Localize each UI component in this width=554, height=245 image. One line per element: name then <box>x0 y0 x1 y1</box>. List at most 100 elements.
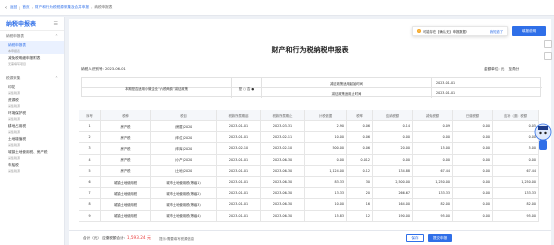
column-header: 税目 <box>151 110 217 120</box>
table-cell: 0.00 <box>413 154 453 165</box>
table-cell: 2023-03-31 <box>261 121 305 132</box>
table-cell: 2023-06-30 <box>261 154 305 165</box>
table-cell: 0.00 <box>453 210 493 221</box>
table-cell: 房产税 <box>101 132 151 143</box>
table-cell: 164.00 <box>373 199 413 210</box>
table-row[interactable]: 5 房产税 (土地)2020 2023-01-01 2023-06-30 1,124.00… <box>79 165 539 177</box>
table-cell: (土地)2020 <box>151 165 217 176</box>
sidebar-item-report[interactable]: 纳税申报表 本申报表 <box>0 41 64 54</box>
sidebar-item-label: 土地增值税 <box>8 137 26 141</box>
sidebar-item-label: 资源税 <box>8 98 19 102</box>
breadcrumb-parent[interactable]: 财产和行为税税源采集及合并申报 <box>35 5 89 10</box>
submit-button[interactable]: 提交申报 <box>428 234 452 242</box>
rail-tool-icon[interactable] <box>544 52 552 60</box>
sidebar-item-land-vat[interactable]: 土地增值税 采集税源 <box>0 135 64 148</box>
table-cell: 83.33 <box>305 177 347 188</box>
table-cell: (房屋)2020 <box>151 121 217 132</box>
table-cell: 0.00 <box>453 199 493 210</box>
table-cell: 房产税 <box>101 165 151 176</box>
column-header: 应补（退）税额 <box>493 110 539 120</box>
table-cell: 12 <box>347 210 373 221</box>
reduce-start-value[interactable]: 2023-01-01 <box>432 78 542 88</box>
breadcrumb-separator: | <box>19 5 21 10</box>
table-header-row: 序号 税种 税目 税款所属期起 税款所属期止 计税依据 税率 应纳税额 减免税额 已缴税额 应补（退… <box>79 110 539 121</box>
table-cell: 0.00 <box>453 188 493 199</box>
table-cell: 5 <box>79 165 101 176</box>
breadcrumb-home[interactable]: 首页 <box>22 5 29 10</box>
table-cell: 2,500.00 <box>373 177 413 188</box>
right-rail <box>544 40 554 120</box>
table-cell: 0.14 <box>373 121 413 132</box>
table-cell: 1,124.00 <box>305 165 347 176</box>
table-cell: 9 <box>79 210 101 221</box>
guide-button[interactable]: 填报说明 <box>512 26 546 36</box>
table-cell: 8 <box>79 199 101 210</box>
collapse-icon[interactable]: ☰ <box>54 21 58 27</box>
table-cell: 500.00 <box>305 143 347 154</box>
table-cell: 0.012 <box>347 154 373 165</box>
table-cell: 0.00 <box>413 132 453 143</box>
sidebar-item-sub: 采集税源 <box>8 143 21 147</box>
table-row[interactable]: 7 城镇土地使用税 城市土地使用税(等级2) 2023-01-01 2023-06-30… <box>79 188 539 200</box>
table-cell: 城市土地使用税(等级2) <box>151 188 217 199</box>
breadcrumb-separator: › <box>31 5 34 10</box>
table-cell: 1,250.00 <box>493 177 539 188</box>
table-row[interactable]: 8 城镇土地使用税 城市土地使用税(等级3) 2023-01-01 2023-06-30… <box>79 199 539 211</box>
sidebar-item-stamp[interactable]: 印花 采集税源 <box>0 83 64 96</box>
sidebar-item-sub: 采集税源 <box>8 169 21 173</box>
table-cell: 2023-06-30 <box>261 188 305 199</box>
table-cell: 1,250.00 <box>413 177 453 188</box>
table-cell: 2023-01-01 <box>217 121 261 132</box>
sidebar: 纳税申报表 ☰ 纳税申报表 ⌃ 纳税申报表 本申报表 减免税明细申报附表 无需填… <box>0 17 65 245</box>
sidebar-item-resource[interactable]: 资源税 采集税源 <box>0 96 64 109</box>
sidebar-item-farmland[interactable]: 耕地占用税 采集税源 <box>0 122 64 135</box>
table-row[interactable]: 2 房产税 (车位)2020 2023-01-01 2023-02-11 10.00 0.0… <box>79 132 539 144</box>
sidebar-item-sub: 本申报表 <box>8 49 21 53</box>
sidebar-item-relief[interactable]: 减免税明细申报附表 无需填写项目 <box>0 54 64 67</box>
breadcrumb-current: 纳税申报表 <box>94 5 113 9</box>
table-cell: 2.90 <box>305 121 347 132</box>
table-cell: 2023-06-30 <box>261 199 305 210</box>
table-cell: 67.44 <box>493 165 539 176</box>
table-cell: 2023-01-01 <box>217 188 261 199</box>
top-bar: ‹ 返回 | 首页 › 财产和行为税税源采集及合并申报 › 纳税申报表 <box>0 0 554 16</box>
table-row[interactable]: 9 城镇土地使用税 城市土地使用税(等级4) 2023-01-01 2023-06-30… <box>79 210 539 222</box>
table-row[interactable]: 3 房产税 (车库)2020 2023-02-10 2023-02-10 500.00 0.… <box>79 143 539 155</box>
sidebar-item-sub: 无需填写项目 <box>8 62 27 66</box>
unit-suffix: 至角分 <box>508 67 520 71</box>
sidebar-item-land-use[interactable]: 城镇土地使用税、房产税 采集税源 <box>0 148 64 161</box>
sidebar-group-source[interactable]: 税源采集 ⌃ <box>0 73 64 83</box>
column-header: 序号 <box>79 110 101 120</box>
taxpayer-id: 纳税人识别号: 2023-06-01 <box>81 67 126 72</box>
table-row[interactable]: 6 城镇土地使用税 城市土地使用税(等级1) 2023-01-01 2023-06-30… <box>79 177 539 189</box>
table-row[interactable]: 4 房产税 (小产)2020 2023-01-01 2023-06-30 0.00 0.01… <box>79 154 539 166</box>
table-cell: 82.00 <box>413 199 453 210</box>
sidebar-item-label: 印花 <box>8 85 16 89</box>
table-cell: 房产税 <box>101 143 151 154</box>
page-title: 财产和行为税纳税申报表 <box>271 46 349 54</box>
table-row[interactable]: 1 房产税 (房屋)2020 2023-01-01 2023-03-31 2.90 0.06… <box>79 121 539 133</box>
save-button[interactable]: 保存 <box>406 234 424 242</box>
rail-tool-icon[interactable] <box>544 40 552 48</box>
sidebar-item-env[interactable]: 环境保护税 采集税源 <box>0 109 64 122</box>
sidebar-group-report[interactable]: 纳税申报表 ⌃ <box>0 31 64 41</box>
table-cell: 2023-02-11 <box>261 132 305 143</box>
toast-dismiss-link[interactable]: 我知道了 <box>490 29 503 34</box>
sidebar-item-label: 减免税明细申报附表 <box>8 56 41 60</box>
table-cell: 0.00 <box>453 132 493 143</box>
reduce-end-value[interactable]: 2023-01-01 <box>432 88 542 98</box>
back-link[interactable]: 返回 <box>10 5 17 10</box>
sidebar-item-vehicle[interactable]: 车船税 采集税源 <box>0 161 64 174</box>
back-icon[interactable]: ‹ <box>5 5 7 11</box>
sidebar-group-label: 税源采集 <box>6 75 21 80</box>
column-header: 计税依据 <box>305 110 347 120</box>
unit-label: 金额单位: 元 <box>484 67 505 71</box>
table-cell: 30 <box>347 177 373 188</box>
table-cell: 16 <box>347 199 373 210</box>
reduce-start-label: 减征政策适用起始时间 <box>262 78 432 88</box>
table-cell: 20 <box>347 188 373 199</box>
assistant-robot-icon[interactable] <box>532 122 554 152</box>
column-header: 税率 <box>347 110 373 120</box>
table-cell: 0.06 <box>347 132 373 143</box>
sidebar-item-label: 车船税 <box>8 163 19 167</box>
